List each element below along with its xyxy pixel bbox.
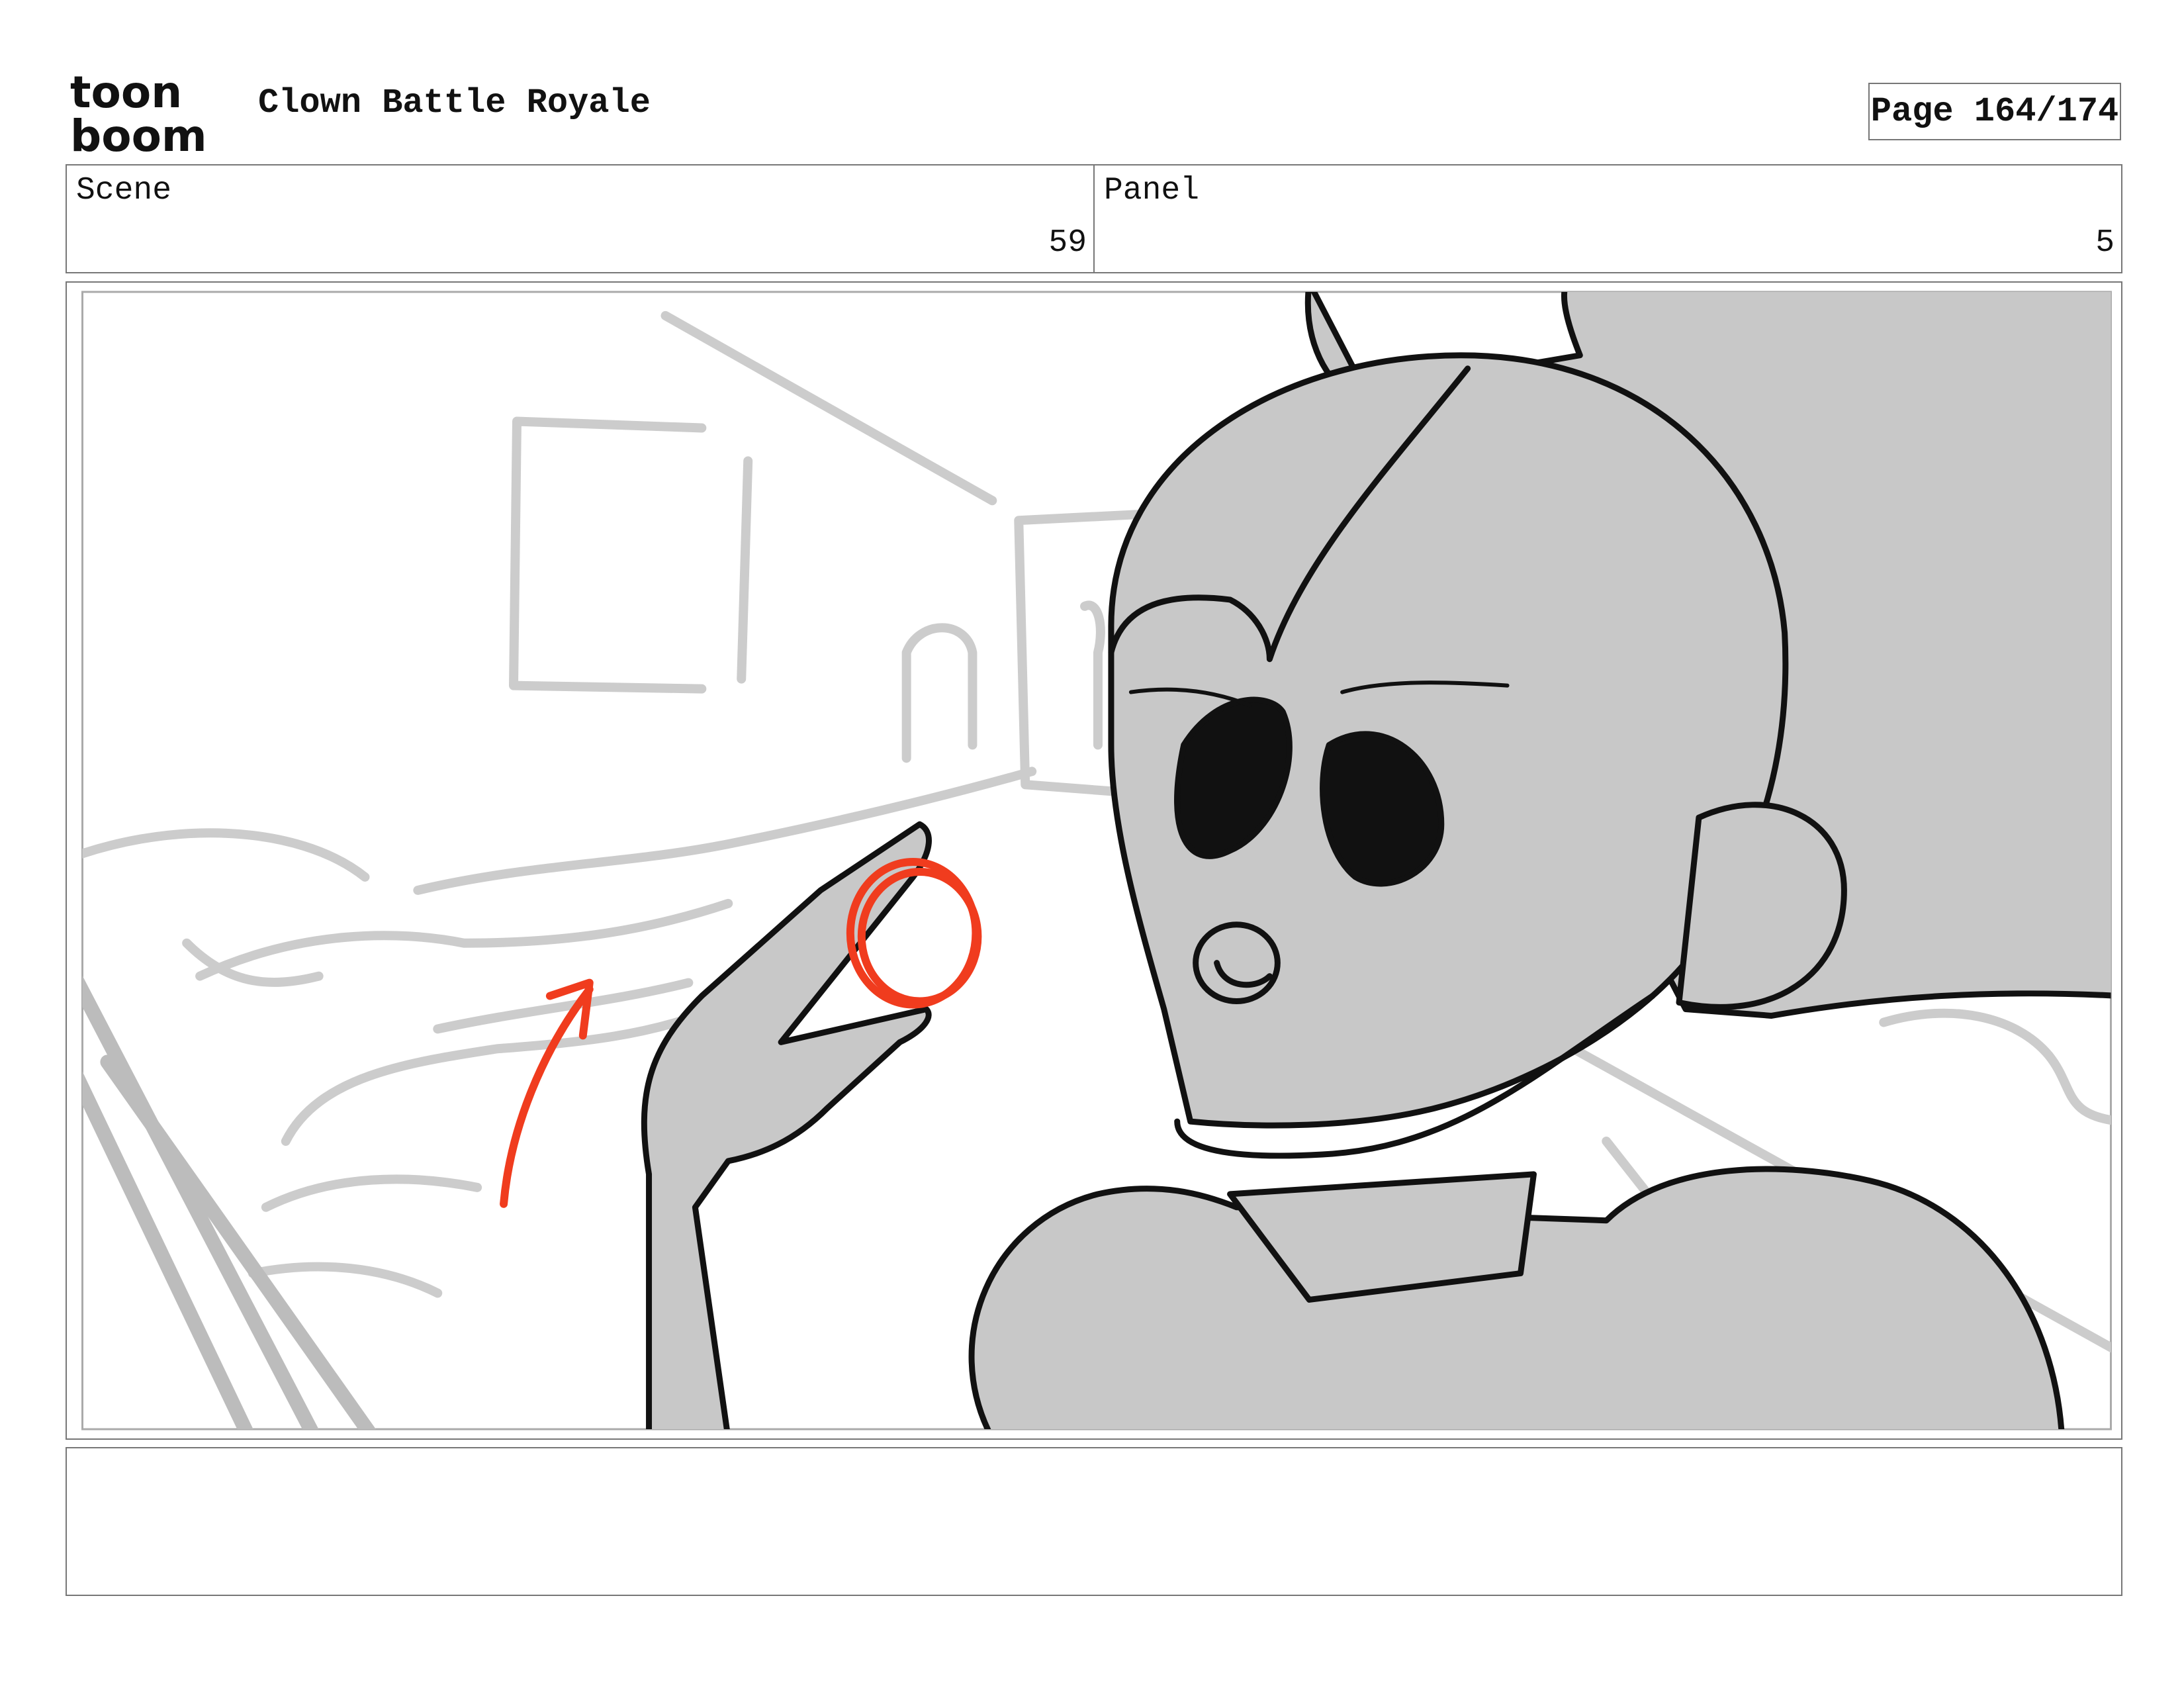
scene-cell: Scene 59 <box>67 165 1093 272</box>
toon-boom-logo: toon boom <box>70 69 228 155</box>
panel-number: 5 <box>2095 225 2115 261</box>
panel-cell: Panel 5 <box>1093 165 2121 272</box>
panel-notes <box>66 1447 2122 1596</box>
panel-drawing <box>81 291 2112 1430</box>
character-drawing <box>641 291 2111 1430</box>
page-indicator: Page 164/174 <box>1868 83 2121 140</box>
scene-number: 59 <box>1048 225 1087 261</box>
scene-panel-info: Scene 59 Panel 5 <box>66 164 2122 273</box>
storyboard-panel <box>66 281 2122 1440</box>
panel-label: Panel <box>1104 173 1200 209</box>
logo-line-2: boom <box>70 111 207 155</box>
railing-sketch <box>82 975 376 1430</box>
nose <box>1193 921 1281 1005</box>
scene-label: Scene <box>76 173 172 209</box>
project-title: Clown Battle Royale <box>258 83 651 122</box>
